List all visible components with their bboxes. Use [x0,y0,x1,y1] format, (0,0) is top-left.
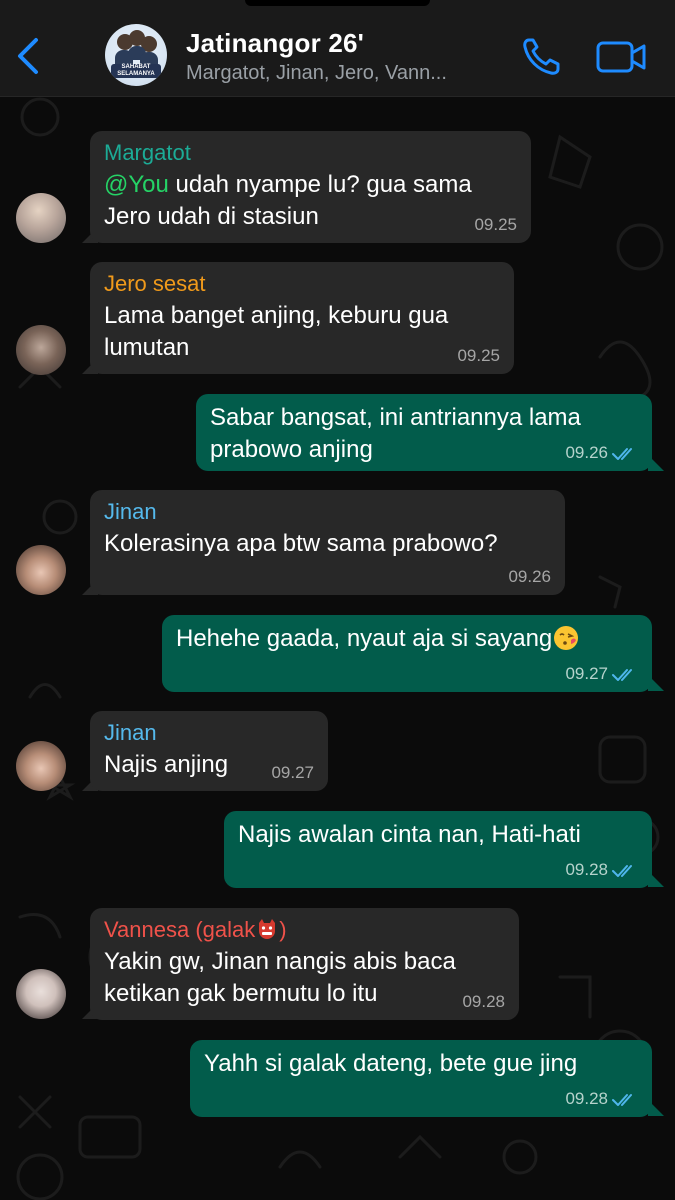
message-list[interactable]: Margatot @You udah nyampe lu? gua sama J… [0,97,675,1200]
message-time: 09.28 [565,1089,608,1108]
avatar-jero[interactable] [16,325,66,375]
face-blowing-kiss-emoji-icon [554,626,579,650]
sender-name: Jinan [104,499,157,524]
double-check-icon [612,668,632,681]
phone-icon[interactable] [520,36,564,76]
message-time: 09.25 [457,346,500,365]
message-bubble-incoming[interactable]: Margatot @You udah nyampe lu? gua sama J… [90,131,531,243]
double-check-icon [612,1093,632,1106]
message-text: @You udah nyampe lu? gua sama Jero udah … [104,171,472,230]
message-bubble-incoming[interactable]: Jero sesat Lama banget anjing, keburu gu… [90,262,514,374]
message-time: 09.26 [508,567,551,586]
message-bubble-outgoing[interactable]: Hehehe gaada, nyaut aja si sayang 09.27 [162,615,652,692]
message-time: 09.28 [565,860,608,879]
message-time: 09.27 [565,664,608,683]
message-time: 09.25 [474,215,517,234]
message-text: Yahh si galak dateng, bete gue jing [204,1050,578,1077]
message-bubble-incoming[interactable]: Jinan Najis anjing 09.27 [90,711,328,791]
message-meta: 09.27 [565,664,638,684]
status-bar-notch [245,0,430,6]
sender-name: Vannesa (galak) [104,917,287,942]
ogre-emoji-icon [259,919,276,939]
double-check-icon [612,447,632,460]
sender-name: Jero sesat [104,271,206,296]
message-bubble-outgoing[interactable]: Sabar bangsat, ini antriannya lama prabo… [196,394,652,471]
chat-header: SAHABAT SELAMANYA Jatinangor 26' Margato… [0,0,675,97]
avatar-jinan[interactable] [16,741,66,791]
message-bubble-incoming[interactable]: Vannesa (galak) Yakin gw, Jinan nangis a… [90,908,519,1020]
message-bubble-incoming[interactable]: Jinan Kolerasinya apa btw sama prabowo? … [90,490,565,595]
mention[interactable]: @You [104,171,169,198]
message-meta: 09.26 [565,443,638,463]
message-text: Kolerasinya apa btw sama prabowo? [104,530,498,557]
group-avatar[interactable]: SAHABAT SELAMANYA [105,24,167,86]
chat-subtitle[interactable]: Margatot, Jinan, Jero, Vann... [186,62,516,85]
chevron-left-icon[interactable] [12,34,46,78]
message-text: Yakin gw, Jinan nangis abis baca ketikan… [104,948,456,1007]
message-bubble-outgoing[interactable]: Yahh si galak dateng, bete gue jing 09.2… [190,1040,652,1117]
avatar-margatot[interactable] [16,193,66,243]
message-time: 09.26 [565,443,608,462]
avatar-jinan[interactable] [16,545,66,595]
group-avatar-banner: SAHABAT SELAMANYA [111,64,161,78]
double-check-icon [612,864,632,877]
video-camera-icon[interactable] [595,38,647,76]
message-time: 09.28 [462,992,505,1011]
message-time: 09.27 [271,763,314,782]
message-text: Hehehe gaada, nyaut aja si sayang [176,623,638,655]
sender-name: Margatot [104,140,191,165]
sender-name: Jinan [104,720,157,745]
message-meta: 09.28 [565,1089,638,1109]
message-meta: 09.28 [565,860,638,880]
avatar-vannesa[interactable] [16,969,66,1019]
chat-title[interactable]: Jatinangor 26' [186,28,364,59]
message-text: Najis awalan cinta nan, Hati-hati [238,821,581,848]
message-bubble-outgoing[interactable]: Najis awalan cinta nan, Hati-hati 09.28 [224,811,652,888]
message-text: Lama banget anjing, keburu gua lumutan [104,302,449,361]
